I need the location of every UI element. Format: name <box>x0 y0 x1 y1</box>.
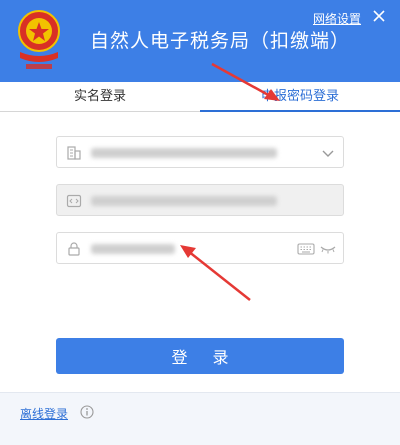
username-value-redacted <box>91 196 277 206</box>
tax-emblem-icon <box>18 10 60 69</box>
app-title: 自然人电子税务局（扣缴端） <box>90 30 351 52</box>
footer-bar: 离线登录 <box>0 392 400 445</box>
tab-realname-login[interactable]: 实名登录 <box>0 82 200 112</box>
chevron-down-icon[interactable] <box>321 147 335 159</box>
active-tab-indicator <box>200 110 400 112</box>
org-value-redacted <box>91 148 277 158</box>
login-tabs: 实名登录 申报密码登录 <box>0 82 400 112</box>
network-settings-link[interactable]: 网络设置 <box>313 10 361 27</box>
tab-password-login[interactable]: 申报密码登录 <box>200 82 400 112</box>
building-icon <box>67 146 81 160</box>
offline-login-link[interactable]: 离线登录 <box>20 405 68 422</box>
login-button[interactable]: 登 录 <box>56 338 344 374</box>
password-field[interactable] <box>56 232 344 264</box>
lock-icon <box>68 242 80 256</box>
info-icon[interactable] <box>80 405 94 419</box>
header-bar: 自然人电子税务局（扣缴端） 网络设置 <box>0 0 400 82</box>
code-icon <box>66 194 82 208</box>
username-field[interactable] <box>56 184 344 216</box>
keyboard-icon[interactable] <box>297 242 315 256</box>
password-value-redacted <box>91 244 175 254</box>
close-icon[interactable] <box>372 9 386 23</box>
org-select[interactable] <box>56 136 344 168</box>
eye-closed-icon[interactable] <box>319 243 337 255</box>
